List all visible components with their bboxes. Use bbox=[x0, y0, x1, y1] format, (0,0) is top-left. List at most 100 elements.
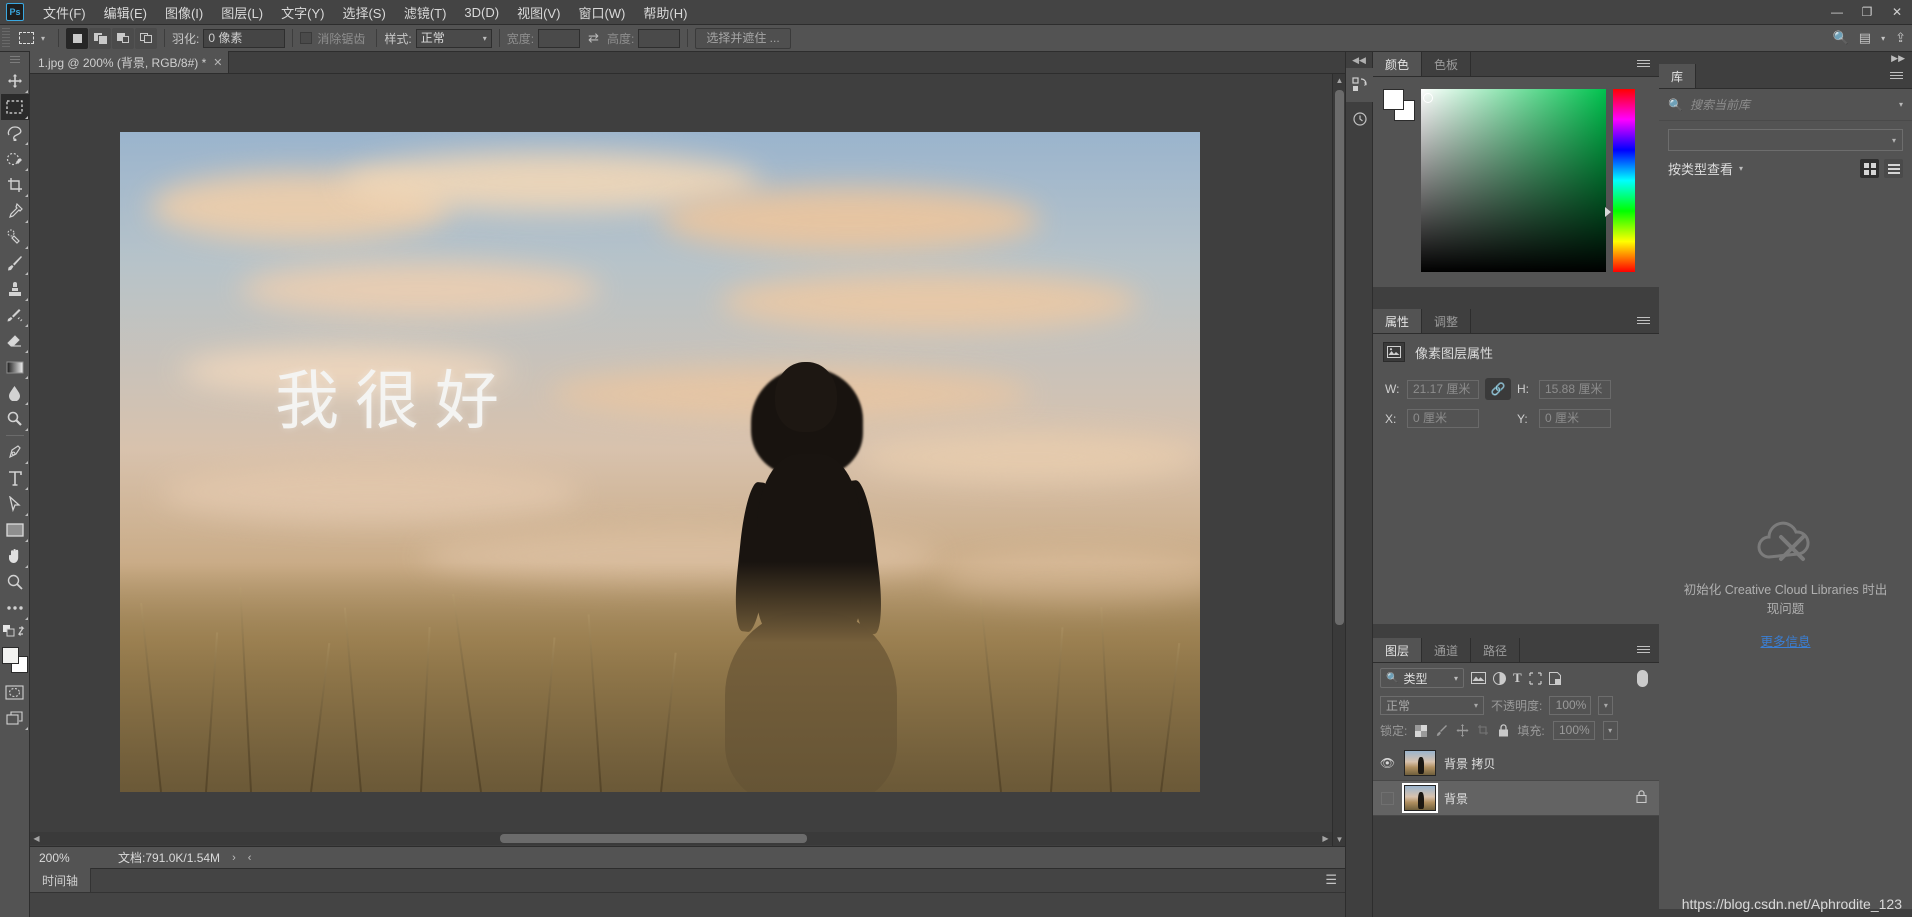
tab-adjustments[interactable]: 调整 bbox=[1422, 309, 1472, 333]
link-aspect-ratio-icon[interactable]: 🔗 bbox=[1485, 378, 1511, 400]
menu-select[interactable]: 选择(S) bbox=[333, 0, 394, 25]
fill-input[interactable]: 100% bbox=[1552, 721, 1595, 740]
color-panel-menu-button[interactable] bbox=[1637, 52, 1659, 76]
properties-panel-menu-button[interactable] bbox=[1637, 309, 1659, 333]
options-bar-grip[interactable] bbox=[2, 28, 10, 48]
dodge-tool[interactable] bbox=[1, 406, 29, 432]
minimize-button[interactable]: — bbox=[1822, 0, 1852, 24]
menu-help[interactable]: 帮助(H) bbox=[634, 0, 696, 25]
rectangle-tool[interactable] bbox=[1, 517, 29, 543]
menu-image[interactable]: 图像(I) bbox=[156, 0, 212, 25]
scroll-up-icon[interactable]: ▲ bbox=[1333, 74, 1345, 87]
menu-view[interactable]: 视图(V) bbox=[508, 0, 569, 25]
style-select[interactable]: 正常 ▾ bbox=[415, 28, 492, 48]
healing-brush-tool[interactable] bbox=[1, 224, 29, 250]
tab-timeline[interactable]: 时间轴 bbox=[30, 868, 92, 892]
layer-visibility-toggle[interactable] bbox=[1379, 791, 1396, 805]
tab-properties[interactable]: 属性 bbox=[1373, 309, 1423, 333]
close-icon[interactable]: ✕ bbox=[213, 56, 222, 69]
canvas-vertical-scrollbar[interactable]: ▲ ▼ bbox=[1332, 74, 1345, 846]
quick-selection-tool[interactable] bbox=[1, 146, 29, 172]
crop-tool[interactable] bbox=[1, 172, 29, 198]
path-selection-tool[interactable] bbox=[1, 491, 29, 517]
expand-panels-icon[interactable]: ◀◀ bbox=[1346, 52, 1372, 68]
filter-adjustment-icon[interactable] bbox=[1493, 671, 1506, 685]
rectangular-marquee-tool[interactable] bbox=[0, 94, 29, 120]
tab-layers[interactable]: 图层 bbox=[1373, 638, 1423, 662]
status-next-icon[interactable]: › bbox=[232, 852, 236, 864]
feather-input[interactable]: 0 像素 bbox=[203, 28, 286, 48]
opacity-input[interactable]: 100% bbox=[1549, 696, 1592, 715]
hand-tool[interactable] bbox=[1, 543, 29, 569]
lock-position-icon[interactable] bbox=[1456, 724, 1469, 737]
collapse-panel-icon[interactable]: ▶▶ bbox=[1891, 53, 1905, 64]
gradient-tool[interactable] bbox=[1, 354, 29, 380]
menu-layer[interactable]: 图层(L) bbox=[212, 0, 272, 25]
height-field[interactable]: 15.88 厘米 bbox=[1539, 379, 1611, 399]
color-swatches[interactable] bbox=[1, 647, 28, 673]
workspace-rail-icon[interactable] bbox=[1346, 68, 1374, 102]
libraries-search-row[interactable]: 🔍 搜索当前库 ▾ bbox=[1659, 89, 1912, 121]
hscroll-thumb[interactable] bbox=[500, 834, 807, 843]
layer-thumbnail[interactable] bbox=[1404, 750, 1436, 776]
libraries-panel-menu-button[interactable] bbox=[1890, 64, 1912, 88]
layers-panel-menu-button[interactable] bbox=[1637, 638, 1659, 662]
menu-type[interactable]: 文字(Y) bbox=[272, 0, 333, 25]
search-icon[interactable]: 🔍 bbox=[1833, 30, 1849, 46]
blend-mode-select[interactable]: 正常 ▾ bbox=[1380, 696, 1484, 715]
tab-swatches[interactable]: 色板 bbox=[1422, 52, 1472, 76]
active-tool-preview-icon[interactable] bbox=[13, 28, 39, 49]
edit-toolbar-tool[interactable] bbox=[1, 595, 29, 621]
workspace-chevron-down-icon[interactable]: ▾ bbox=[1881, 34, 1885, 43]
filter-pixel-icon[interactable] bbox=[1471, 672, 1486, 684]
color-picker-field[interactable] bbox=[1421, 89, 1606, 272]
lock-all-icon[interactable] bbox=[1498, 724, 1509, 737]
canvas-area[interactable]: 我很好 ▲ ▼ bbox=[30, 74, 1345, 846]
history-brush-tool[interactable] bbox=[1, 302, 29, 328]
select-and-mask-button[interactable]: 选择并遮住 ... bbox=[695, 27, 791, 49]
library-select[interactable]: ▾ bbox=[1668, 129, 1903, 151]
width-input[interactable] bbox=[538, 28, 581, 48]
opacity-chevron-down-icon[interactable]: ▾ bbox=[1598, 696, 1614, 715]
workspace-icon[interactable]: ▤ bbox=[1859, 30, 1871, 46]
intersect-selection-button[interactable] bbox=[135, 27, 158, 49]
brush-tool[interactable] bbox=[1, 250, 29, 276]
menu-edit[interactable]: 编辑(E) bbox=[95, 0, 156, 25]
list-view-button[interactable] bbox=[1884, 159, 1903, 178]
lock-artboard-nesting-icon[interactable] bbox=[1477, 724, 1490, 737]
tab-color[interactable]: 颜色 bbox=[1373, 52, 1423, 76]
filter-smart-object-icon[interactable] bbox=[1548, 671, 1561, 685]
chevron-down-icon[interactable]: ▾ bbox=[1739, 164, 1743, 173]
antialias-checkbox[interactable] bbox=[300, 32, 313, 44]
scroll-thumb[interactable] bbox=[1335, 90, 1344, 625]
move-tool[interactable] bbox=[1, 68, 29, 94]
scroll-right-icon[interactable]: ▶ bbox=[1319, 832, 1332, 845]
maximize-button[interactable]: ❐ bbox=[1852, 0, 1882, 24]
layer-filter-select[interactable]: 🔍 类型 ▾ bbox=[1380, 668, 1464, 688]
foreground-color-swatch[interactable] bbox=[1, 647, 19, 664]
eraser-tool[interactable] bbox=[1, 328, 29, 354]
eyedropper-tool[interactable] bbox=[1, 198, 29, 224]
height-input[interactable] bbox=[638, 28, 681, 48]
tool-preset-chevron-down-icon[interactable]: ▾ bbox=[41, 34, 45, 43]
filter-toggle-switch[interactable] bbox=[1637, 669, 1648, 687]
layer-thumbnail[interactable] bbox=[1402, 783, 1438, 813]
width-field[interactable]: 21.17 厘米 bbox=[1407, 379, 1479, 399]
blur-tool[interactable] bbox=[1, 380, 29, 406]
table-row[interactable]: 背景 bbox=[1373, 781, 1659, 816]
grid-view-button[interactable] bbox=[1860, 159, 1879, 178]
toolbar-grip[interactable] bbox=[9, 56, 20, 64]
history-rail-icon[interactable] bbox=[1346, 102, 1374, 136]
document-tab[interactable]: 1.jpg @ 200% (背景, RGB/8#) * ✕ bbox=[30, 51, 230, 73]
fill-chevron-down-icon[interactable]: ▾ bbox=[1602, 721, 1618, 740]
pen-tool[interactable] bbox=[1, 439, 29, 465]
tab-libraries[interactable]: 库 bbox=[1659, 64, 1697, 88]
new-selection-button[interactable] bbox=[66, 27, 89, 49]
libraries-view-label[interactable]: 按类型查看 bbox=[1668, 159, 1733, 178]
zoom-level-input[interactable]: 200% bbox=[36, 849, 92, 866]
type-tool[interactable] bbox=[1, 465, 29, 491]
filter-type-icon[interactable]: T bbox=[1513, 670, 1522, 686]
color-panel-swatches[interactable] bbox=[1383, 89, 1415, 121]
default-colors-and-swap[interactable] bbox=[1, 621, 29, 643]
menu-3d[interactable]: 3D(D) bbox=[455, 2, 508, 23]
